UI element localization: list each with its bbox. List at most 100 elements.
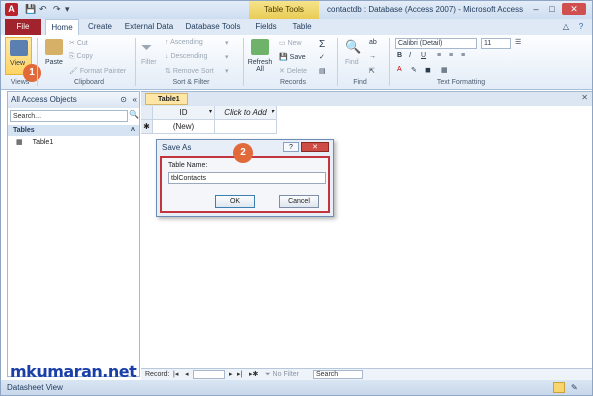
new-record-button[interactable]: ▭ New [279, 39, 302, 47]
datasheet-search-input[interactable]: Search [313, 370, 363, 379]
nav-pane-header[interactable]: All Access Objects ⊙ « [8, 92, 139, 108]
no-filter-button[interactable]: ⏷ No Filter [265, 369, 299, 380]
tab-external-data[interactable]: External Data [121, 19, 177, 35]
selection-icon[interactable]: ▾ [225, 39, 229, 47]
paste-icon[interactable] [45, 39, 63, 55]
ribbon: View 1 Views Paste ✂ Cut ⎘ Copy 🖌 Format… [1, 35, 592, 90]
dialog-close-button[interactable]: ✕ [301, 142, 329, 152]
chevron-up-icon[interactable]: ˄ [131, 125, 135, 136]
minimize-button[interactable]: – [529, 3, 543, 15]
tab-database-tools[interactable]: Database Tools [181, 19, 245, 35]
copy-button[interactable]: ⎘ Copy [69, 53, 93, 61]
minimize-ribbon-icon[interactable]: △ [561, 19, 571, 35]
list-icon[interactable]: ☰ [515, 38, 521, 46]
nav-menu-icon[interactable]: ⊙ [120, 92, 127, 108]
goto-icon[interactable]: → [369, 53, 376, 60]
next-record-icon[interactable]: ▸ [229, 369, 233, 380]
table-name-input[interactable]: tblContacts [168, 172, 326, 184]
column-header-click-to-add[interactable]: Click to Add ▾ [215, 106, 277, 120]
new-record-selector[interactable]: ✱ [141, 120, 153, 134]
remove-sort-button[interactable]: ⇅ Remove Sort [165, 67, 214, 75]
advanced-icon[interactable]: ▾ [225, 53, 229, 61]
toggle-filter-icon[interactable]: ▾ [225, 67, 229, 75]
record-number-input[interactable] [193, 370, 225, 379]
access-app-icon[interactable]: A [5, 3, 18, 16]
tab-create[interactable]: Create [83, 19, 117, 35]
tab-table1[interactable]: Table1 [145, 93, 188, 105]
tab-file[interactable]: File [5, 19, 41, 35]
replace-icon[interactable]: ab [369, 39, 377, 46]
cut-label: Cut [76, 40, 88, 47]
italic-button[interactable]: I [409, 52, 411, 59]
underline-button[interactable]: U [421, 52, 426, 59]
filter-button[interactable]: Filter [141, 59, 157, 66]
filter-icon[interactable]: ⏷ [141, 39, 152, 56]
qat-dropdown-icon[interactable]: ▾ [65, 4, 70, 15]
refresh-icon[interactable] [251, 39, 269, 55]
tab-fields[interactable]: Fields [251, 19, 281, 35]
help-icon[interactable]: ? [575, 19, 587, 35]
document-area: Table1 ✕ ID ▾ Click to Add ▾ ✱ (New) [141, 91, 592, 377]
close-document-icon[interactable]: ✕ [581, 93, 588, 102]
redo-icon[interactable]: ↷ [53, 4, 61, 15]
totals-icon[interactable]: Σ [319, 39, 325, 50]
dialog-body: Table Name: tblContacts OK Cancel [160, 156, 330, 213]
views-group-label: Views [10, 79, 30, 86]
nav-item-table1[interactable]: ▦ Table1 [16, 138, 53, 148]
align-left-icon[interactable]: ≡ [437, 52, 441, 59]
prev-record-icon[interactable]: ◂ [185, 369, 189, 380]
align-center-icon[interactable]: ≡ [449, 52, 453, 59]
nav-collapse-icon[interactable]: « [133, 92, 137, 108]
paste-button[interactable]: Paste [45, 59, 63, 66]
new-record-nav-icon[interactable]: ▸✱ [249, 369, 258, 380]
tab-table[interactable]: Table [287, 19, 317, 35]
format-painter-button[interactable]: 🖌 Format Painter [69, 67, 126, 75]
last-record-icon[interactable]: ▸| [237, 369, 242, 380]
delete-label: Delete [286, 68, 308, 75]
new-record-add-cell[interactable] [215, 120, 277, 134]
close-button[interactable]: ✕ [562, 3, 586, 15]
gridlines-button[interactable]: ▦ [441, 66, 448, 74]
fill-color-button[interactable]: ◼ [425, 66, 431, 74]
undo-icon[interactable]: ↶ [39, 4, 47, 15]
select-icon[interactable]: ⇱ [369, 67, 375, 75]
nav-pane-title: All Access Objects [11, 95, 77, 104]
delete-record-button[interactable]: ✕ Delete [279, 67, 307, 75]
search-icon[interactable]: 🔍 [129, 110, 139, 122]
first-record-icon[interactable]: |◂ [173, 369, 178, 380]
ascending-button[interactable]: ↑ Ascending [165, 39, 203, 46]
find-icon[interactable]: 🔍 [345, 39, 361, 55]
ok-button[interactable]: OK [215, 195, 255, 208]
font-name-select[interactable]: Calibri (Detail) [395, 38, 477, 49]
design-view-icon[interactable]: ✎ [571, 380, 578, 395]
new-record-id-cell[interactable]: (New) [153, 120, 215, 134]
cut-button[interactable]: ✂ Cut [69, 39, 88, 47]
chevron-down-icon[interactable]: ▾ [271, 106, 274, 119]
more-icon[interactable]: ▤ [319, 67, 326, 75]
separator [389, 38, 390, 86]
maximize-button[interactable]: □ [545, 3, 559, 15]
font-color-button[interactable]: A [397, 66, 402, 73]
highlight-button[interactable]: ✎ [411, 66, 417, 74]
save-record-button[interactable]: 💾 Save [279, 53, 306, 61]
descending-button[interactable]: ↓ Descending [165, 53, 207, 60]
nav-group-tables[interactable]: Tables ˄ [8, 125, 139, 136]
select-all-corner[interactable] [141, 106, 153, 120]
bold-button[interactable]: B [397, 52, 402, 59]
window-title: contactdb : Database (Access 2007) - Mic… [327, 5, 524, 14]
cancel-button[interactable]: Cancel [279, 195, 319, 208]
datasheet-view-icon[interactable] [553, 382, 565, 393]
nav-search-input[interactable]: Search... [10, 110, 128, 122]
chevron-down-icon[interactable]: ▾ [209, 106, 212, 119]
records-group-label: Records [279, 79, 307, 86]
spelling-icon[interactable]: ✓ [319, 53, 325, 61]
separator [37, 38, 38, 86]
find-button[interactable]: Find [345, 59, 359, 66]
align-right-icon[interactable]: ≡ [461, 52, 465, 59]
tab-home[interactable]: Home [45, 19, 79, 36]
font-size-select[interactable]: 11 [481, 38, 511, 49]
refresh-all-button[interactable]: Refresh All [246, 59, 274, 73]
save-icon[interactable]: 💾 [25, 4, 36, 15]
dialog-help-button[interactable]: ? [283, 142, 299, 152]
column-header-id[interactable]: ID ▾ [153, 106, 215, 120]
